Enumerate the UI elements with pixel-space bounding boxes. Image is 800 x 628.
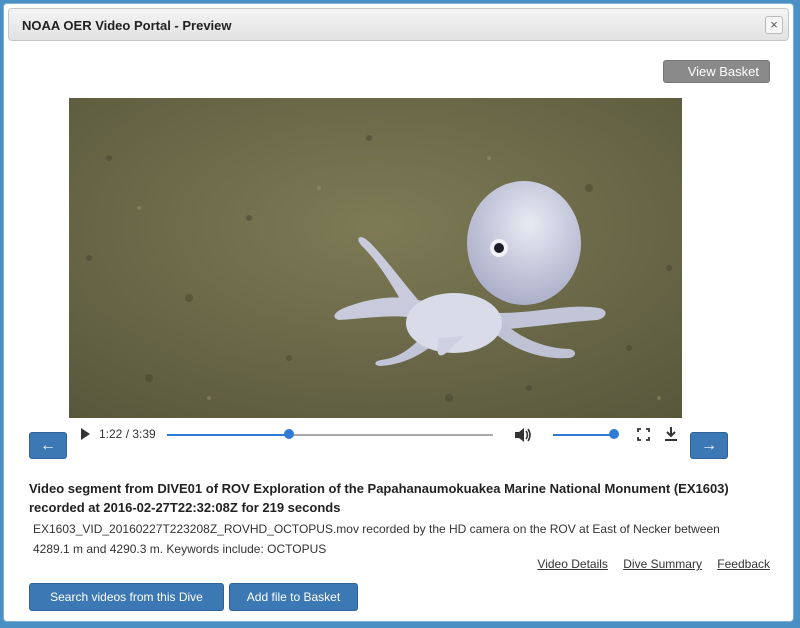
fullscreen-icon[interactable] (637, 428, 650, 441)
volume-fill (553, 434, 614, 436)
title-bar: NOAA OER Video Portal - Preview × (8, 8, 789, 41)
video-details-link[interactable]: Video Details (537, 557, 608, 571)
next-segment-button[interactable]: → (690, 432, 728, 459)
info-links: Video Details Dive Summary Feedback (525, 557, 770, 571)
arrow-left-icon: ← (40, 437, 56, 454)
close-button[interactable]: × (765, 16, 783, 34)
volume-slider[interactable] (553, 429, 619, 439)
dive-summary-link[interactable]: Dive Summary (623, 557, 702, 571)
time-display: 1:22 / 3:39 (99, 427, 156, 441)
search-videos-button[interactable]: Search videos from this Dive (29, 583, 224, 611)
download-icon[interactable] (664, 426, 678, 442)
play-icon[interactable] (81, 428, 90, 440)
feedback-link[interactable]: Feedback (717, 557, 770, 571)
progress-knob[interactable] (283, 429, 294, 439)
window-title: NOAA OER Video Portal - Preview (22, 18, 232, 33)
previous-segment-button[interactable]: ← (29, 432, 67, 459)
video-controls: 1:22 / 3:39 (69, 418, 682, 448)
progress-bar[interactable] (167, 429, 493, 439)
volume-knob[interactable] (609, 429, 619, 439)
view-basket-button[interactable]: View Basket (663, 60, 770, 83)
video-frame[interactable] (69, 98, 682, 418)
volume-icon[interactable] (514, 427, 532, 443)
video-still-octopus (69, 98, 682, 418)
add-to-basket-button[interactable]: Add file to Basket (229, 583, 358, 611)
progress-fill (167, 434, 289, 436)
segment-description-body: EX1603_VID_20160227T223208Z_ROVHD_OCTOPU… (33, 522, 720, 556)
arrow-right-icon: → (701, 437, 717, 454)
close-icon: × (770, 17, 778, 32)
segment-description-title: Video segment from DIVE01 of ROV Explora… (29, 481, 729, 515)
